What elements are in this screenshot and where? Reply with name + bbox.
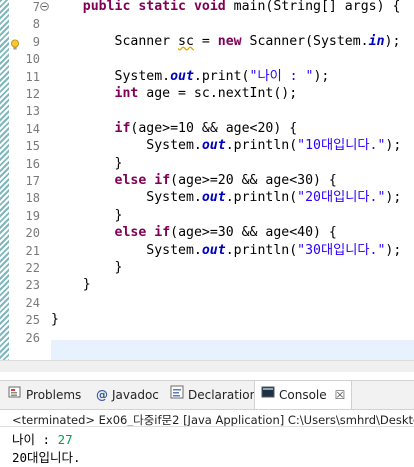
problems-icon: [8, 381, 22, 409]
code-token: );: [384, 33, 401, 49]
code-token: main(String[] args) {: [225, 0, 401, 14]
code-token: }: [51, 260, 123, 275]
tab-javadoc[interactable]: @ Javadoc: [96, 381, 159, 409]
tab-console[interactable]: Console ☒: [254, 381, 353, 409]
code-token: System.: [51, 190, 202, 206]
tab-javadoc-label: Javadoc: [112, 388, 159, 402]
divider: [0, 426, 414, 427]
code-token: (age>=30 && age<40) {: [170, 225, 337, 241]
string-token: "10대입니다.": [297, 138, 386, 154]
tab-declaration-label: Declaration: [188, 388, 258, 402]
string-token: "나이 : ": [249, 68, 314, 84]
horizontal-scrollbar[interactable]: [0, 360, 414, 372]
declaration-icon: [170, 381, 184, 409]
keyword-token: new: [217, 33, 242, 49]
output-prompt: 나이 :: [12, 432, 58, 447]
field-token: out: [201, 242, 226, 258]
code-token: .print(: [193, 68, 250, 84]
code-token: );: [385, 138, 402, 154]
tab-console-label: Console: [279, 388, 327, 402]
line-number: 26: [25, 330, 40, 345]
tab-declaration[interactable]: Declaration: [170, 381, 257, 409]
warning-token: sc: [178, 33, 194, 49]
keyword-token: public: [82, 0, 131, 14]
code-line[interactable]: Scanner sc = new Scanner(System.in);: [51, 31, 401, 53]
console-panel: Problems @ Javadoc Declaration Console ☒…: [0, 372, 414, 467]
code-area[interactable]: public static void main(String[] args) {…: [51, 0, 414, 372]
tab-problems[interactable]: Problems: [8, 381, 81, 409]
keyword-token: if: [114, 120, 131, 136]
code-token: =: [193, 33, 218, 49]
console-output-line-1: 나이 : 27: [12, 429, 73, 448]
code-line[interactable]: }: [51, 309, 59, 331]
code-token: }: [51, 312, 59, 328]
close-tab-icon[interactable]: ☒: [335, 381, 346, 409]
code-token: Scanner(System.: [241, 33, 369, 49]
keyword-token: void: [193, 0, 226, 14]
code-token: .println(: [225, 190, 298, 206]
code-token: );: [385, 190, 402, 206]
code-token: System.: [51, 68, 171, 84]
code-token: (age>=20 && age<30) {: [170, 173, 337, 188]
fold-collapse-icon[interactable]: [40, 2, 49, 14]
keyword-token: if: [154, 173, 171, 188]
code-token: );: [385, 242, 402, 258]
keyword-token: else: [114, 225, 147, 241]
code-token: }: [51, 277, 91, 293]
code-token: }: [51, 207, 123, 223]
keyword-token: else: [114, 173, 147, 188]
code-token: .println(: [225, 138, 298, 154]
field-token: out: [170, 68, 194, 84]
field-token: out: [201, 138, 226, 154]
warning-lightbulb-icon[interactable]: [10, 36, 20, 50]
code-token: );: [313, 68, 330, 84]
code-token: System.: [51, 242, 202, 258]
keyword-token: static: [138, 0, 186, 14]
keyword-token: int: [114, 86, 139, 101]
code-line[interactable]: }: [51, 274, 91, 296]
code-editor[interactable]: 7 8 9 10 11 12 13 14 15 16 17 18 19 20 21 22 23 24 25 26 pu…: [0, 0, 414, 372]
string-token: "20대입니다.": [297, 190, 386, 206]
string-token: "30대입니다.": [297, 242, 386, 258]
javadoc-icon: @: [96, 388, 108, 402]
panel-tab-bar: Problems @ Javadoc Declaration Console ☒: [0, 380, 414, 410]
code-token: }: [51, 155, 123, 171]
code-token: Scanner: [51, 33, 179, 49]
code-token: System.: [51, 138, 202, 154]
code-line[interactable]: int age = sc.nextInt();: [51, 83, 298, 105]
console-output-line-2: 20대입니다.: [12, 450, 81, 465]
field-token: in: [368, 33, 385, 49]
code-token: (age>=10 && age<20) {: [130, 120, 298, 136]
console-icon: [261, 381, 275, 409]
code-line[interactable]: public static void main(String[] args) {: [51, 0, 401, 18]
user-input-value: 27: [57, 432, 73, 447]
code-token: age = sc.nextInt();: [138, 86, 298, 101]
line-number-gutter: 7 8 9 10 11 12 13 14 15 16 17 18 19 20 21 22 23 24 25 26: [0, 0, 44, 372]
field-token: out: [201, 190, 226, 206]
keyword-token: if: [154, 225, 171, 241]
tab-problems-label: Problems: [26, 388, 82, 402]
code-token: .println(: [225, 242, 298, 258]
